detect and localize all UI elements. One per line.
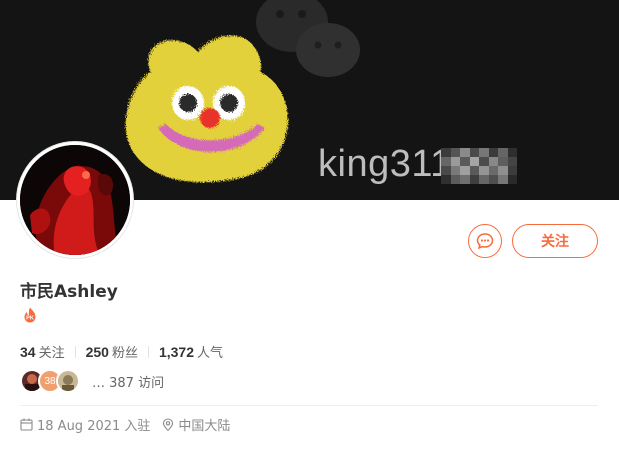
chat-bubble-icon <box>476 233 494 250</box>
profile-avatar[interactable] <box>17 142 133 258</box>
follow-button[interactable]: 关注 <box>512 224 598 258</box>
followers-label: 粉丝 <box>111 346 138 361</box>
svg-text:PK: PK <box>26 316 34 322</box>
visitor-avatar-badge: 38 <box>44 375 56 387</box>
popularity-count: 1,372 <box>158 344 195 360</box>
message-button[interactable] <box>468 224 502 258</box>
join-date: 18 Aug 2021 入驻 <box>37 419 151 434</box>
stat-divider <box>74 345 76 358</box>
following-label: 关注 <box>38 346 65 361</box>
recent-visitors: 38 … 387 访问 <box>20 368 164 394</box>
banner-watermark-text: king311 <box>318 143 452 185</box>
sticker-character-icon <box>125 35 288 183</box>
stat-divider <box>147 345 149 358</box>
profile-stats: 34 关注 250 粉丝 1,372 人气 <box>20 342 223 361</box>
popularity-label: 人气 <box>197 346 224 361</box>
following-stat[interactable]: 34 关注 <box>20 342 65 361</box>
location-pin-icon <box>162 418 174 431</box>
followers-stat[interactable]: 250 粉丝 <box>86 342 138 361</box>
popularity-stat[interactable]: 1,372 人气 <box>159 342 223 361</box>
pk-flame-badge-icon[interactable]: PK <box>22 307 38 323</box>
location-text: 中国大陆 <box>178 419 231 434</box>
followers-count: 250 <box>85 344 109 360</box>
following-count: 34 <box>20 344 36 360</box>
section-divider <box>20 405 598 406</box>
calendar-icon <box>20 418 33 431</box>
profile-meta: 18 Aug 2021 入驻 中国大陆 <box>20 415 230 434</box>
visit-count[interactable]: … 387 访问 <box>92 372 164 391</box>
wechat-logo-icon <box>256 0 360 77</box>
visitor-avatar[interactable] <box>56 369 80 393</box>
red-silhouette-avatar <box>20 145 130 255</box>
banner-mosaic-blur <box>441 148 517 184</box>
profile-username: 市民Ashley <box>20 282 118 302</box>
